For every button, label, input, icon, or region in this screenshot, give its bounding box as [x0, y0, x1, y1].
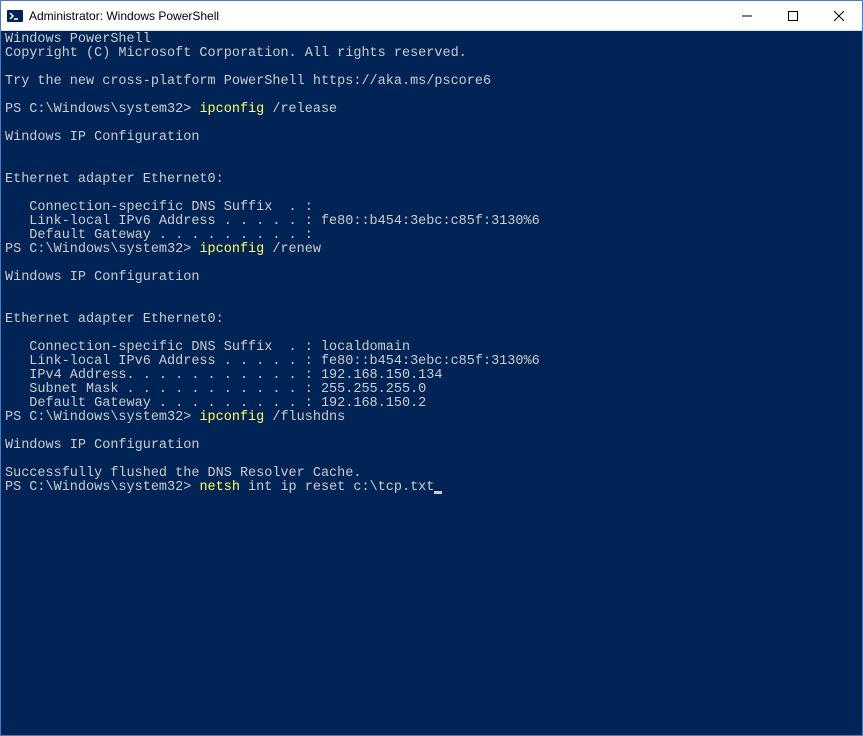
output-line: Connection-specific DNS Suffix . : — [5, 201, 858, 215]
powershell-icon — [7, 8, 23, 24]
blank-line — [5, 299, 858, 313]
command-args: int ip reset c:\tcp.txt — [240, 480, 434, 495]
output-line: Connection-specific DNS Suffix . : local… — [5, 341, 858, 355]
window-controls — [724, 1, 862, 30]
blank-line — [5, 327, 858, 341]
minimize-button[interactable] — [724, 1, 770, 30]
prompt: PS C:\Windows\system32> — [5, 242, 199, 257]
command-line-1: PS C:\Windows\system32> ipconfig /releas… — [5, 103, 858, 117]
section-header: Windows IP Configuration — [5, 131, 858, 145]
blank-line — [5, 159, 858, 173]
banner-line: Copyright (C) Microsoft Corporation. All… — [5, 47, 858, 61]
output-line: Link-local IPv6 Address . . . . . : fe80… — [5, 215, 858, 229]
close-button[interactable] — [816, 1, 862, 30]
titlebar[interactable]: Administrator: Windows PowerShell — [1, 1, 862, 31]
command-name: netsh — [199, 480, 240, 495]
command-line-2: PS C:\Windows\system32> ipconfig /renew — [5, 243, 858, 257]
section-header: Windows IP Configuration — [5, 271, 858, 285]
output-line: Successfully flushed the DNS Resolver Ca… — [5, 467, 858, 481]
cursor — [434, 491, 442, 494]
adapter-header: Ethernet adapter Ethernet0: — [5, 313, 858, 327]
output-line: Default Gateway . . . . . . . . . : 192.… — [5, 397, 858, 411]
blank-line — [5, 285, 858, 299]
adapter-header: Ethernet adapter Ethernet0: — [5, 173, 858, 187]
banner-line: Try the new cross-platform PowerShell ht… — [5, 75, 858, 89]
blank-line — [5, 61, 858, 75]
prompt: PS C:\Windows\system32> — [5, 102, 199, 117]
powershell-window: Administrator: Windows PowerShell Window… — [0, 0, 863, 736]
command-line-3: PS C:\Windows\system32> ipconfig /flushd… — [5, 411, 858, 425]
prompt: PS C:\Windows\system32> — [5, 410, 199, 425]
blank-line — [5, 145, 858, 159]
command-name: ipconfig — [199, 410, 264, 425]
blank-line — [5, 257, 858, 271]
output-line: Subnet Mask . . . . . . . . . . . : 255.… — [5, 383, 858, 397]
command-args: /release — [264, 102, 337, 117]
terminal-viewport[interactable]: Windows PowerShellCopyright (C) Microsof… — [1, 31, 862, 735]
window-title: Administrator: Windows PowerShell — [29, 9, 724, 23]
prompt: PS C:\Windows\system32> — [5, 480, 199, 495]
blank-line — [5, 187, 858, 201]
command-args: /flushdns — [264, 410, 345, 425]
banner-line: Windows PowerShell — [5, 33, 858, 47]
command-line-4: PS C:\Windows\system32> netsh int ip res… — [5, 481, 858, 495]
output-line: IPv4 Address. . . . . . . . . . . : 192.… — [5, 369, 858, 383]
blank-line — [5, 425, 858, 439]
blank-line — [5, 89, 858, 103]
output-line: Default Gateway . . . . . . . . . : — [5, 229, 858, 243]
command-name: ipconfig — [199, 242, 264, 257]
command-name: ipconfig — [199, 102, 264, 117]
blank-line — [5, 453, 858, 467]
command-args: /renew — [264, 242, 321, 257]
maximize-button[interactable] — [770, 1, 816, 30]
blank-line — [5, 117, 858, 131]
output-line: Link-local IPv6 Address . . . . . : fe80… — [5, 355, 858, 369]
section-header: Windows IP Configuration — [5, 439, 858, 453]
